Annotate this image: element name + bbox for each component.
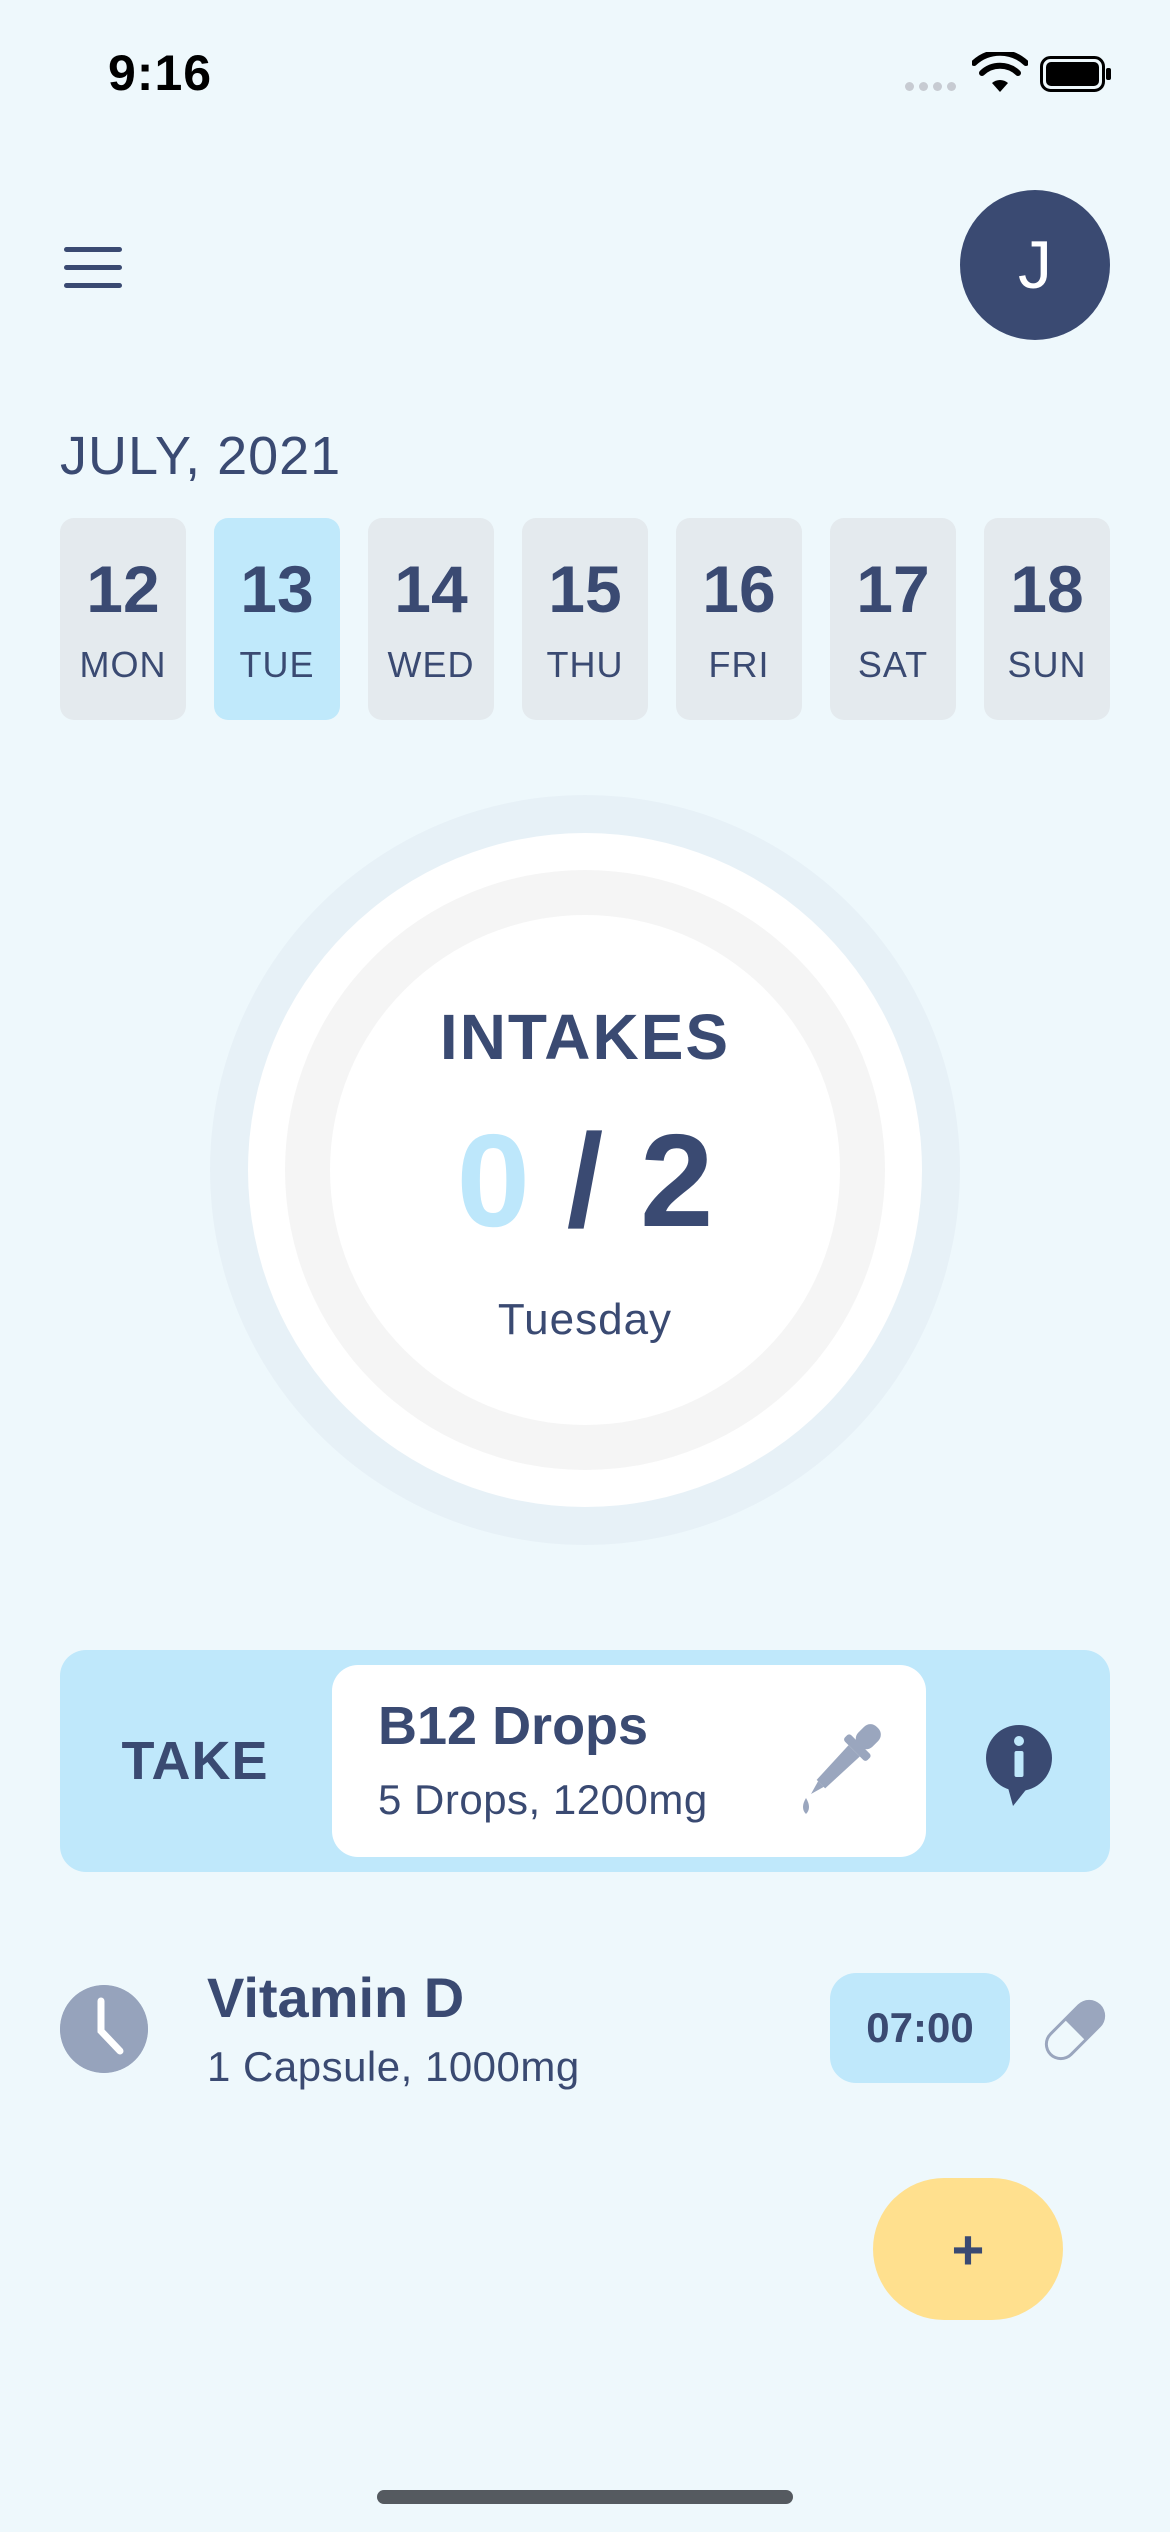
day-item[interactable]: 14 WED (368, 518, 494, 720)
day-number: 14 (394, 552, 468, 626)
day-weekday: TUE (239, 644, 315, 685)
day-weekday: MON (79, 644, 167, 685)
day-number: 18 (1010, 552, 1084, 626)
month-label: JULY, 2021 (60, 426, 342, 486)
intake-separator: / (566, 1107, 604, 1254)
day-weekday: FRI (708, 644, 770, 685)
scheduled-time-button[interactable]: 07:00 (830, 1973, 1010, 2083)
day-item[interactable]: 17 SAT (830, 518, 956, 720)
day-item[interactable]: 12 MON (60, 518, 186, 720)
scheduled-med-dose: 1 Capsule, 1000mg (207, 2043, 580, 2090)
day-weekday: THU (546, 644, 624, 685)
hamburger-menu-icon[interactable] (64, 247, 122, 288)
day-number: 17 (856, 552, 930, 626)
take-button[interactable]: TAKE (60, 1650, 330, 1872)
day-number: 15 (548, 552, 622, 626)
day-weekday: SUN (1007, 644, 1087, 685)
status-time: 9:16 (108, 45, 213, 101)
scheduled-med-name: Vitamin D (207, 1966, 465, 2029)
week-day-selector: 12 MON 13 TUE 14 WED 15 THU 16 FRI 17 SAT 18 SU… (60, 518, 1110, 720)
cellular-signal-icon (905, 78, 961, 96)
intake-taken: 0 (456, 1107, 530, 1254)
info-icon[interactable] (975, 1718, 1063, 1808)
wifi-icon (972, 52, 1028, 92)
intakes-title: INTAKES (439, 1001, 731, 1073)
clock-icon (60, 1985, 148, 2073)
medication-name: B12 Drops (378, 1696, 649, 1756)
day-item[interactable]: 16 FRI (676, 518, 802, 720)
day-item[interactable]: 15 THU (522, 518, 648, 720)
home-indicator (377, 2490, 793, 2504)
day-number: 13 (240, 552, 314, 626)
day-item[interactable]: 18 SUN (984, 518, 1110, 720)
capsule-icon (1044, 1999, 1106, 2061)
intake-day: Tuesday (497, 1295, 673, 1344)
avatar[interactable]: J (960, 190, 1110, 340)
battery-icon (1040, 56, 1111, 92)
intake-count: 0 / 2 (330, 1115, 840, 1247)
dropper-icon (803, 1724, 881, 1814)
day-number: 12 (86, 552, 160, 626)
day-number: 16 (702, 552, 776, 626)
intake-total: 2 (640, 1107, 714, 1254)
day-weekday: SAT (857, 644, 929, 685)
medication-dose: 5 Drops, 1200mg (378, 1776, 708, 1823)
add-medication-button[interactable]: + (873, 2178, 1063, 2320)
day-item-selected[interactable]: 13 TUE (214, 518, 340, 720)
day-weekday: WED (387, 644, 475, 685)
